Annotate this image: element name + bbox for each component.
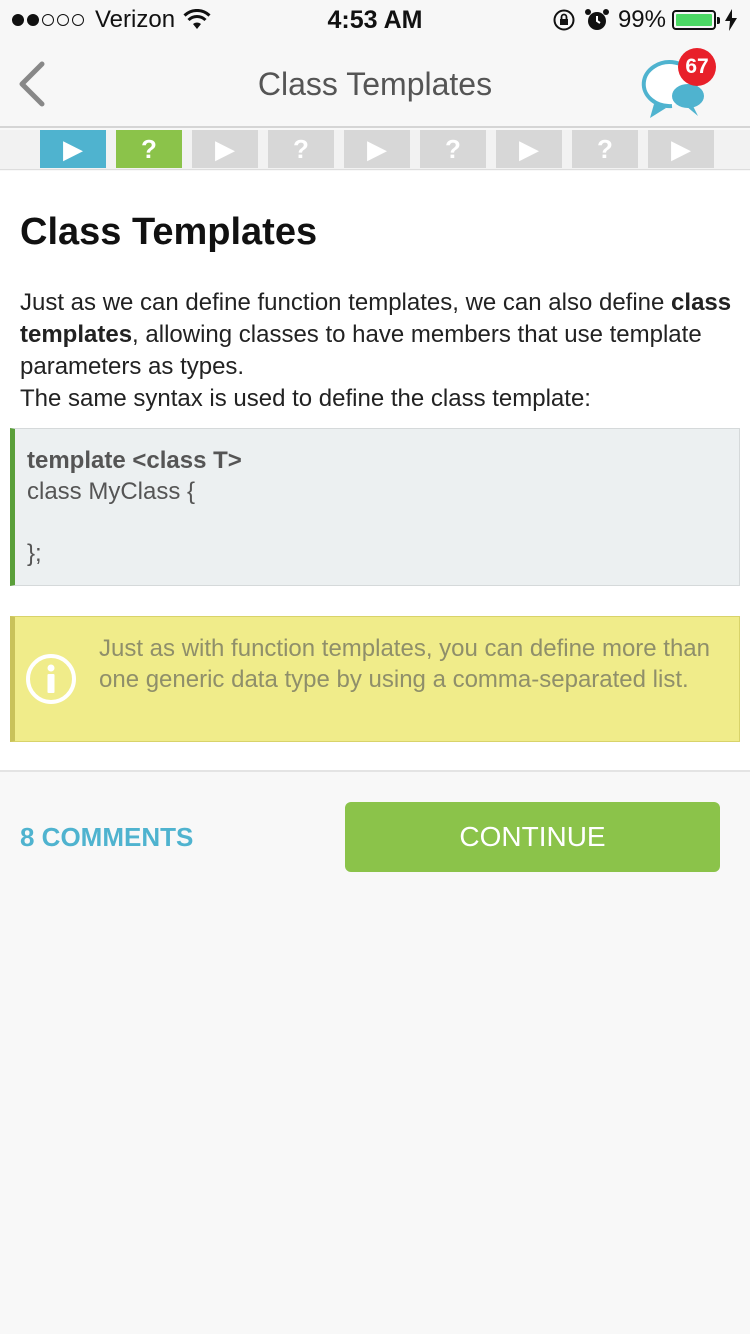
continue-button[interactable]: CONTINUE	[345, 802, 720, 872]
charging-bolt-icon	[725, 9, 737, 31]
lesson-content: Class Templates Just as we can define fu…	[0, 171, 750, 772]
status-bar: Verizon 4:53 AM 99%	[0, 0, 750, 40]
progress-step-8[interactable]: ?	[572, 130, 638, 168]
progress-step-1[interactable]: ▶	[40, 130, 106, 168]
battery-percentage: 99%	[617, 6, 666, 33]
lesson-progress-steps: ▶? ▶? ▶? ▶? ▶	[0, 130, 750, 170]
progress-step-9[interactable]: ▶	[648, 130, 714, 168]
comments-link[interactable]: 8 COMMENTS	[20, 822, 193, 853]
progress-step-7[interactable]: ▶	[496, 130, 562, 168]
info-icon	[26, 654, 76, 704]
lesson-paragraph: Just as we can define function templates…	[20, 287, 732, 415]
navigation-bar: Class Templates 67	[0, 40, 750, 128]
comments-button[interactable]: 67	[640, 46, 720, 122]
battery-icon	[672, 10, 720, 30]
progress-step-6[interactable]: ?	[420, 130, 486, 168]
info-text: Just as with function templates, you can…	[99, 635, 711, 693]
rotation-lock-icon	[553, 9, 575, 31]
progress-step-3[interactable]: ▶	[192, 130, 258, 168]
progress-step-2[interactable]: ?	[116, 130, 182, 168]
progress-step-4[interactable]: ?	[268, 130, 334, 168]
code-line: template <class T>	[27, 447, 242, 474]
code-line: };	[27, 540, 42, 567]
status-right: 99%	[552, 6, 738, 34]
paragraph-text-3: The same syntax is used to define the cl…	[20, 385, 591, 412]
alarm-icon	[584, 9, 609, 30]
page-title: Class Templates	[257, 66, 493, 102]
comments-count-badge: 67	[678, 48, 716, 86]
info-callout: Just as with function templates, you can…	[10, 616, 740, 742]
code-line: class MyClass {	[27, 478, 196, 505]
lesson-title: Class Templates	[20, 211, 318, 253]
paragraph-text-1: Just as we can define function templates…	[20, 289, 672, 316]
code-block: template <class T> class MyClass { };	[10, 428, 740, 586]
progress-step-5[interactable]: ▶	[344, 130, 410, 168]
